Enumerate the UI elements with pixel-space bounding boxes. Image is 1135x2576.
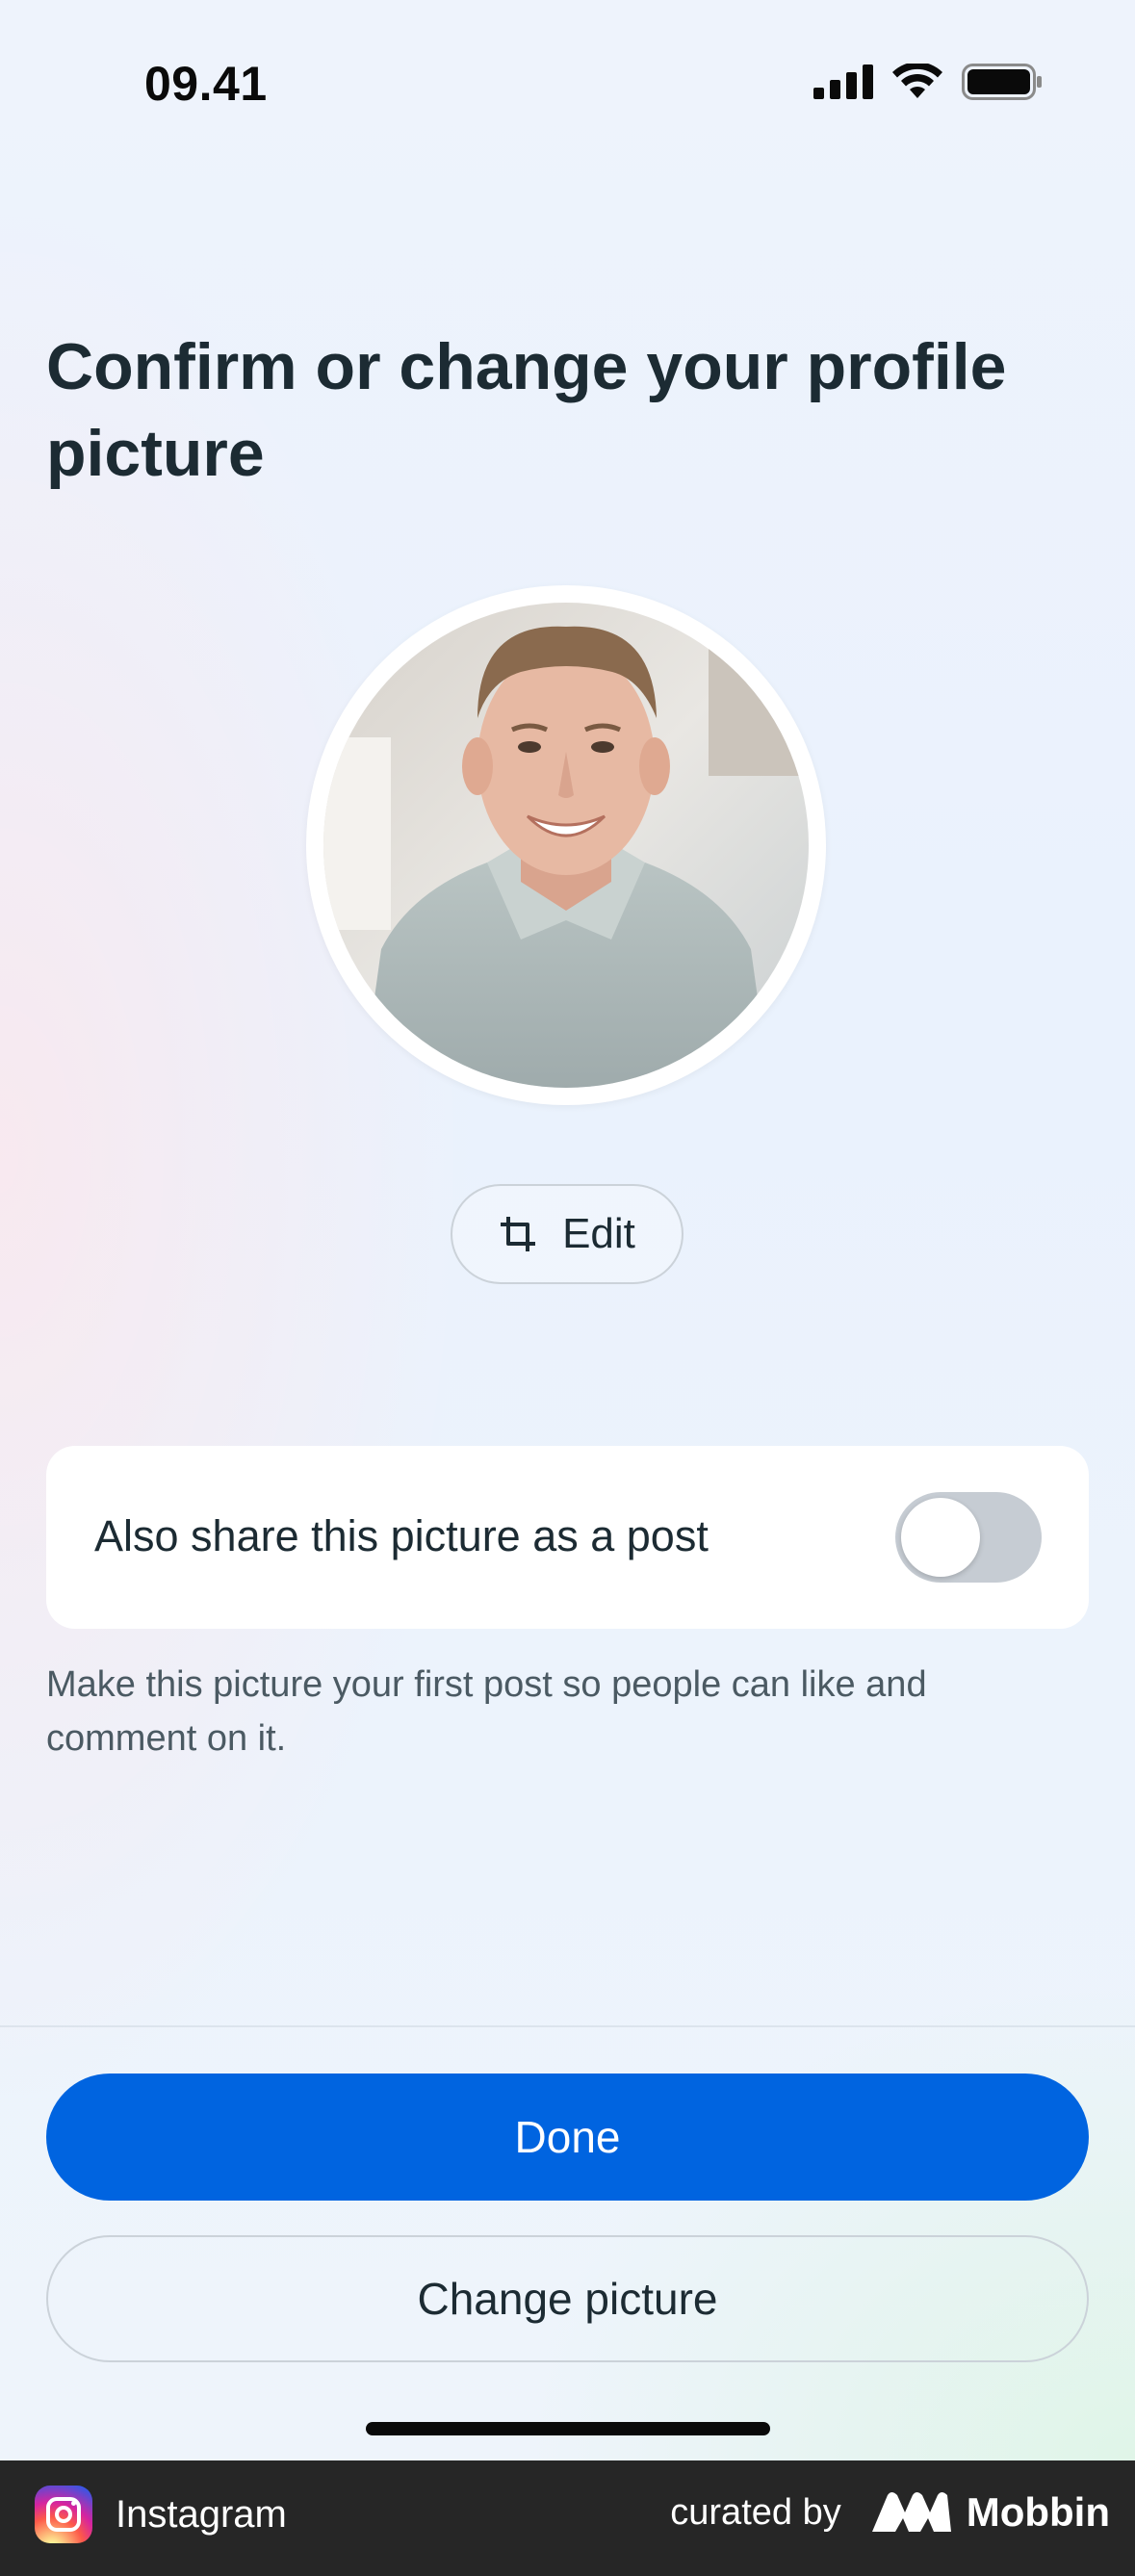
change-picture-button[interactable]: Change picture — [46, 2235, 1089, 2362]
done-button[interactable]: Done — [46, 2074, 1089, 2201]
home-indicator — [366, 2422, 770, 2435]
share-as-post-card: Also share this picture as a post — [46, 1446, 1089, 1629]
crop-icon — [501, 1217, 536, 1251]
footer-credit: curated by Mobbin — [670, 2489, 1110, 2536]
divider — [0, 2025, 1135, 2027]
wifi-icon — [892, 64, 942, 98]
edit-label: Edit — [562, 1210, 635, 1257]
instagram-logo-icon — [35, 2486, 92, 2543]
battery-icon — [962, 64, 1042, 100]
status-icons — [813, 64, 1043, 100]
footer-app-name: Instagram — [116, 2492, 287, 2536]
share-as-post-label: Also share this picture as a post — [94, 1511, 709, 1560]
footer-app: Instagram — [35, 2486, 287, 2543]
profile-picture — [323, 603, 809, 1088]
toggle-knob — [901, 1498, 980, 1577]
page-title: Confirm or change your profile picture — [46, 330, 1007, 490]
status-time: 09.41 — [144, 57, 268, 111]
mobbin-brand: Mobbin — [870, 2489, 1110, 2536]
cellular-signal-icon — [813, 64, 873, 99]
share-as-post-toggle[interactable] — [895, 1492, 1042, 1583]
profile-photo-illustration — [323, 603, 809, 1088]
share-helper-text: Make this picture your first post so peo… — [46, 1664, 927, 1759]
mobbin-logo-icon — [871, 2492, 951, 2532]
curated-by-label: curated by — [670, 2491, 841, 2533]
mobbin-name: Mobbin — [966, 2489, 1110, 2535]
edit-button[interactable]: Edit — [451, 1184, 684, 1284]
footer-bar: Instagram curated by Mobbin — [0, 2460, 1135, 2576]
screen: 09.41 Confirm or change your profile pic… — [0, 0, 1135, 2460]
